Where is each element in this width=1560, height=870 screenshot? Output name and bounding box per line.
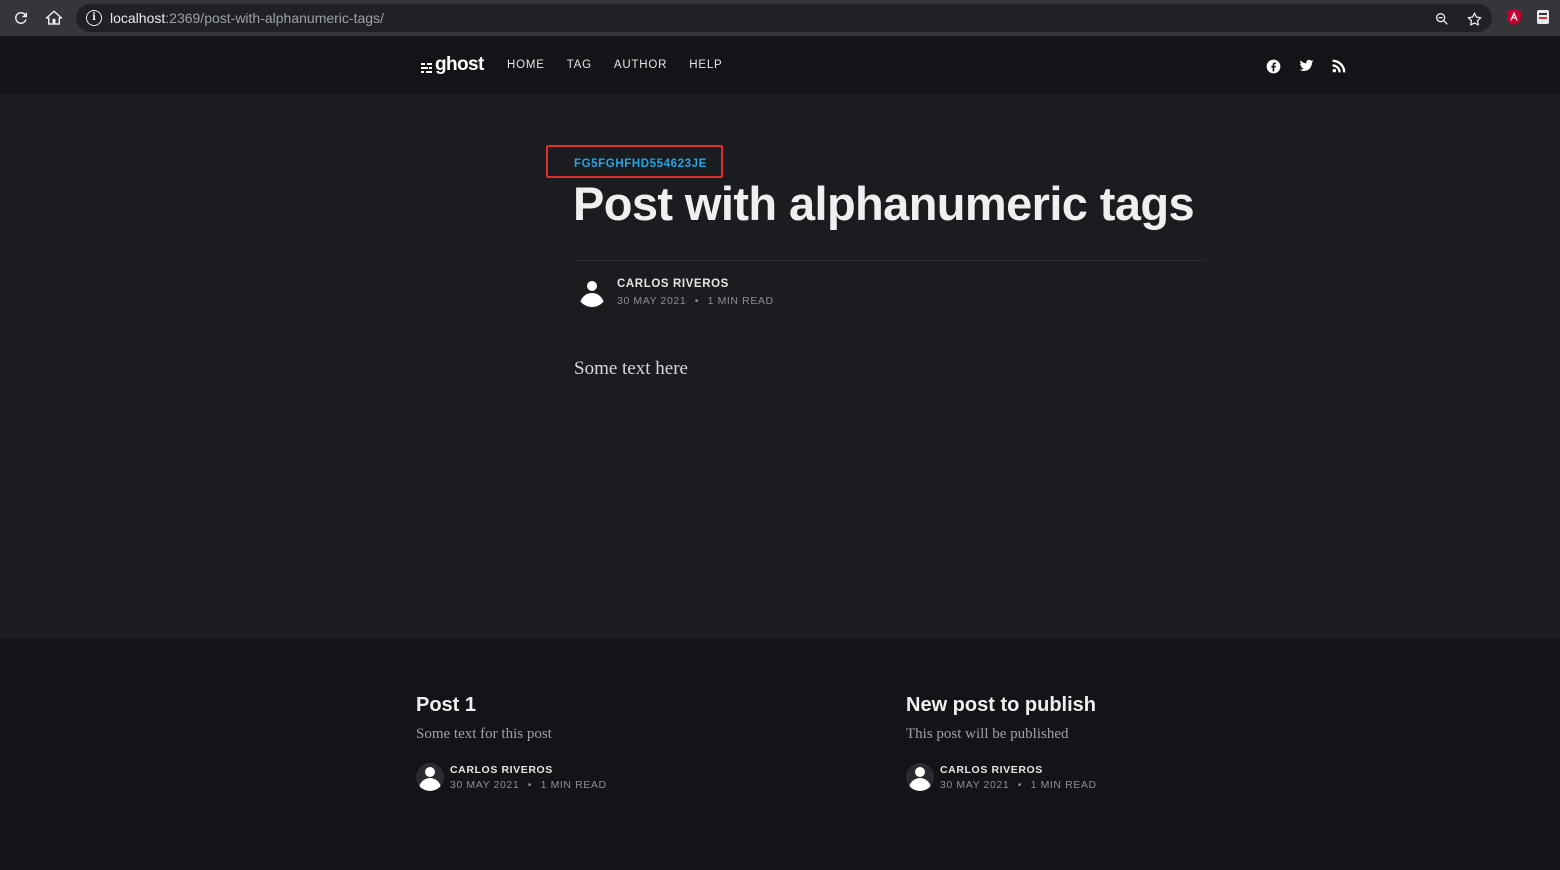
- address-bar[interactable]: i localhost:2369/post-with-alphanumeric-…: [76, 4, 1492, 32]
- reload-icon[interactable]: [10, 7, 32, 29]
- related-post-title[interactable]: New post to publish: [906, 694, 1096, 717]
- post-meta: 30 MAY 2021 • 1 MIN READ: [617, 295, 774, 307]
- article-body: Some text here: [574, 358, 688, 379]
- related-post-meta: 30 MAY 2021 • 1 MIN READ: [940, 779, 1097, 791]
- home-icon[interactable]: [43, 7, 65, 29]
- related-posts: Post 1 Some text for this post CARLOS RI…: [0, 639, 1560, 870]
- post-date: 30 MAY 2021: [940, 779, 1010, 791]
- author-avatar[interactable]: [416, 763, 444, 791]
- meta-separator: •: [1017, 779, 1023, 791]
- site-header: ghost HOME TAG AUTHOR HELP: [0, 36, 1560, 94]
- article-title: Post with alphanumeric tags: [573, 177, 1195, 230]
- rss-icon[interactable]: [1331, 58, 1347, 74]
- header-divider: [574, 260, 1206, 261]
- related-post-author[interactable]: CARLOS RIVEROS: [450, 764, 553, 776]
- reading-time: 1 MIN READ: [707, 295, 774, 307]
- nav-author[interactable]: AUTHOR: [614, 59, 667, 71]
- related-post-excerpt: Some text for this post: [416, 726, 552, 742]
- info-icon[interactable]: i: [86, 10, 102, 26]
- twitter-icon[interactable]: [1298, 58, 1314, 74]
- related-post-author[interactable]: CARLOS RIVEROS: [940, 764, 1043, 776]
- extension-icon[interactable]: [1534, 7, 1554, 27]
- bookmark-star-icon[interactable]: [1465, 10, 1483, 28]
- reading-time: 1 MIN READ: [540, 779, 607, 791]
- author-avatar[interactable]: [906, 763, 934, 791]
- author-avatar[interactable]: [577, 277, 607, 307]
- ghost-logo[interactable]: ghost: [421, 54, 484, 76]
- meta-separator: •: [527, 779, 533, 791]
- url-text[interactable]: localhost:2369/post-with-alphanumeric-ta…: [110, 10, 384, 26]
- logo-text: ghost: [435, 54, 484, 75]
- meta-separator: •: [694, 295, 700, 307]
- article: FG5FGHFHD554623JE Post with alphanumeric…: [0, 94, 1560, 639]
- post-date: 30 MAY 2021: [450, 779, 520, 791]
- zoom-icon[interactable]: [1433, 10, 1451, 28]
- post-date: 30 MAY 2021: [617, 295, 687, 307]
- nav-help[interactable]: HELP: [689, 59, 722, 71]
- related-post-excerpt: This post will be published: [906, 726, 1069, 742]
- author-name[interactable]: CARLOS RIVEROS: [617, 278, 729, 290]
- browser-toolbar: i localhost:2369/post-with-alphanumeric-…: [0, 0, 1560, 36]
- nav-home[interactable]: HOME: [507, 59, 545, 71]
- main-nav: HOME TAG AUTHOR HELP: [507, 59, 745, 71]
- nav-tag[interactable]: TAG: [567, 59, 592, 71]
- related-post-title[interactable]: Post 1: [416, 694, 476, 717]
- reading-time: 1 MIN READ: [1030, 779, 1097, 791]
- primary-tag[interactable]: FG5FGHFHD554623JE: [574, 158, 707, 170]
- ghost-logo-mark-icon: [421, 62, 432, 73]
- related-post-meta: 30 MAY 2021 • 1 MIN READ: [450, 779, 607, 791]
- angular-extension-icon[interactable]: [1504, 7, 1524, 27]
- facebook-icon[interactable]: [1265, 58, 1281, 74]
